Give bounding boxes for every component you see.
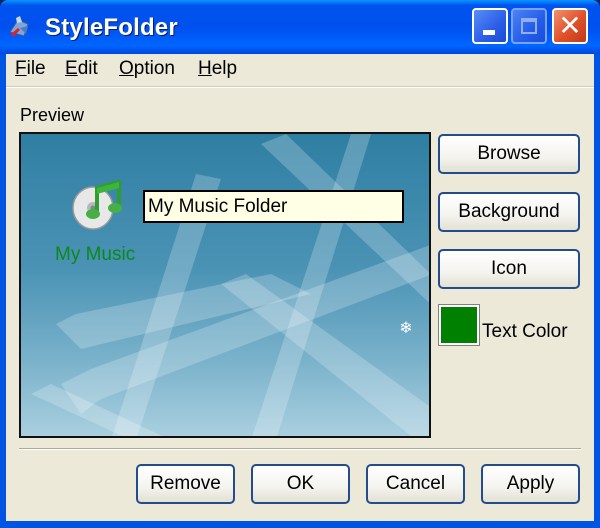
menu-option[interactable]: Option: [119, 58, 175, 80]
menu-file-label: ile: [26, 58, 46, 79]
menu-option-accel: O: [119, 58, 134, 79]
preview-label: Preview: [20, 105, 85, 125]
folder-name-input[interactable]: [143, 190, 404, 223]
ok-button[interactable]: OK: [251, 464, 350, 504]
menu-bar: File Edit Option Help: [6, 54, 594, 84]
menu-help-accel: H: [198, 58, 212, 79]
close-icon: ✕: [558, 9, 582, 42]
apply-button[interactable]: Apply: [481, 464, 580, 504]
snowflake-icon: ❄: [399, 320, 413, 337]
text-color-label: Text Color: [482, 321, 568, 342]
menu-edit[interactable]: Edit: [65, 58, 98, 80]
remove-button[interactable]: Remove: [136, 464, 235, 504]
preview-pane: My Music ❄: [19, 132, 431, 438]
menu-edit-accel: E: [65, 58, 78, 79]
menu-option-label: ption: [133, 58, 175, 79]
menu-file[interactable]: File: [15, 58, 46, 80]
folder-label: My Music: [55, 244, 136, 265]
divider: [19, 448, 581, 449]
menu-help[interactable]: Help: [198, 58, 237, 80]
music-folder-icon: [72, 180, 122, 230]
text-color-fill: [441, 307, 477, 343]
title-bar[interactable]: StyleFolder ✕: [0, 0, 600, 54]
stylefolder-app-icon: [9, 16, 29, 37]
browse-button[interactable]: Browse: [438, 134, 580, 174]
icon-button[interactable]: Icon: [438, 249, 580, 289]
menu-edit-label: dit: [77, 58, 98, 79]
text-color-swatch[interactable]: [438, 304, 480, 346]
minimize-button[interactable]: [472, 8, 508, 44]
minimize-icon: [483, 30, 495, 35]
menu-help-label: elp: [211, 58, 238, 79]
background-button[interactable]: Background: [438, 192, 580, 232]
menu-separator: [6, 87, 594, 88]
cancel-button[interactable]: Cancel: [366, 464, 465, 504]
menu-file-accel: F: [15, 58, 27, 79]
window-title: StyleFolder: [45, 14, 178, 41]
maximize-icon: [521, 18, 537, 34]
close-button[interactable]: ✕: [552, 8, 588, 44]
client-area: File Edit Option Help Preview My Music M…: [6, 54, 594, 521]
stylefolder-window: StyleFolder ✕ File Edit Option Help Prev…: [0, 0, 600, 528]
maximize-button[interactable]: [511, 8, 547, 44]
